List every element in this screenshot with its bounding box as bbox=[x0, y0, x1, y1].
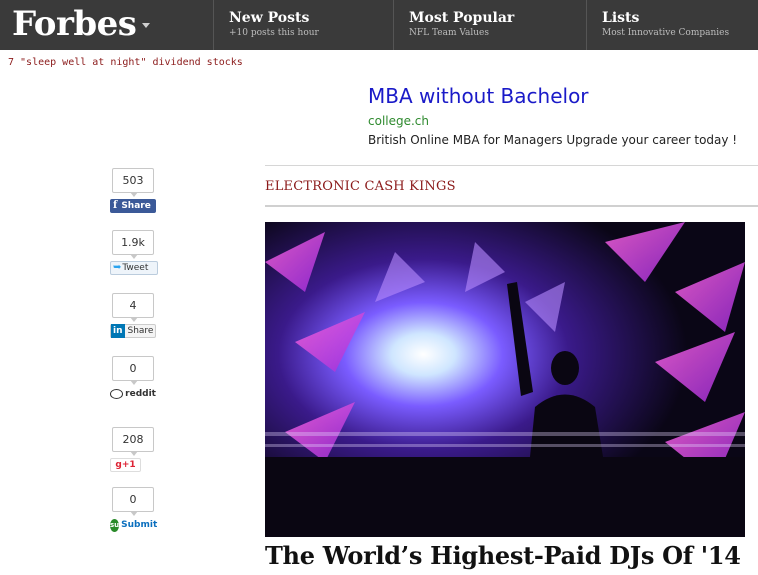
forbes-logo[interactable]: Forbes bbox=[12, 2, 137, 46]
share-label: Submit bbox=[121, 520, 158, 530]
linkedin-icon: in bbox=[111, 324, 125, 338]
nav-new-posts-subtitle: +10 posts this hour bbox=[229, 28, 319, 38]
nav-most-popular-title: Most Popular bbox=[409, 10, 515, 26]
nav-lists-subtitle: Most Innovative Companies bbox=[602, 28, 730, 38]
divider bbox=[265, 165, 758, 166]
stumbleupon-share[interactable]: 0 su Submit bbox=[110, 487, 158, 532]
nav-most-popular-subtitle: NFL Team Values bbox=[409, 28, 490, 38]
share-label: reddit bbox=[125, 389, 156, 399]
divider bbox=[265, 205, 758, 207]
nav-new-posts[interactable]: New Posts +10 posts this hour bbox=[213, 0, 393, 50]
dj-concert-illustration bbox=[265, 222, 745, 537]
article-headline[interactable]: The World’s Highest-Paid DJs Of '14 bbox=[265, 541, 741, 570]
ad-description: British Online MBA for Managers Upgrade … bbox=[368, 133, 738, 147]
stumbleupon-submit-button[interactable]: su Submit bbox=[110, 518, 158, 532]
nav-lists-title: Lists bbox=[602, 10, 640, 26]
teaser-link[interactable]: 7 "sleep well at night" dividend stocks bbox=[8, 57, 243, 68]
share-count: 208 bbox=[112, 427, 154, 456]
share-label: Tweet bbox=[122, 263, 149, 273]
share-label: Share bbox=[121, 201, 151, 211]
share-count: 4 bbox=[112, 293, 154, 322]
reddit-button[interactable]: reddit bbox=[110, 387, 156, 401]
google-plus-button[interactable]: g+1 bbox=[110, 458, 141, 472]
google-plus-icon: g+1 bbox=[115, 460, 136, 470]
chevron-down-icon[interactable] bbox=[142, 23, 150, 28]
share-count: 0 bbox=[112, 487, 154, 516]
share-count: 1.9k bbox=[112, 230, 154, 259]
linkedin-share[interactable]: 4 in Share bbox=[110, 293, 156, 338]
article-hero-image[interactable] bbox=[265, 222, 745, 537]
share-count: 503 bbox=[112, 168, 154, 197]
googleplus-share[interactable]: 208 g+1 bbox=[110, 427, 156, 472]
share-label: Share bbox=[127, 326, 154, 336]
section-label[interactable]: ELECTRONIC CASH KINGS bbox=[265, 179, 456, 194]
tweet-button[interactable]: ➥ Tweet bbox=[110, 261, 158, 275]
top-navigation-bar: Forbes New Posts +10 posts this hour Mos… bbox=[0, 0, 758, 50]
facebook-share-button[interactable]: f Share bbox=[110, 199, 156, 213]
stumbleupon-icon: su bbox=[110, 518, 120, 532]
twitter-share[interactable]: 1.9k ➥ Tweet bbox=[110, 230, 158, 275]
nav-new-posts-title: New Posts bbox=[229, 10, 310, 26]
nav-most-popular[interactable]: Most Popular NFL Team Values bbox=[393, 0, 586, 50]
linkedin-share-button[interactable]: in Share bbox=[110, 324, 156, 338]
ad-title-link[interactable]: MBA without Bachelor bbox=[368, 84, 589, 108]
facebook-share[interactable]: 503 f Share bbox=[110, 168, 156, 213]
nav-lists[interactable]: Lists Most Innovative Companies bbox=[586, 0, 758, 50]
reddit-alien-icon bbox=[110, 389, 124, 399]
ad-url[interactable]: college.ch bbox=[368, 114, 429, 128]
share-count: 0 bbox=[112, 356, 154, 385]
facebook-icon: f bbox=[113, 200, 118, 211]
twitter-bird-icon: ➥ bbox=[113, 262, 122, 273]
reddit-share[interactable]: 0 reddit bbox=[110, 356, 156, 401]
